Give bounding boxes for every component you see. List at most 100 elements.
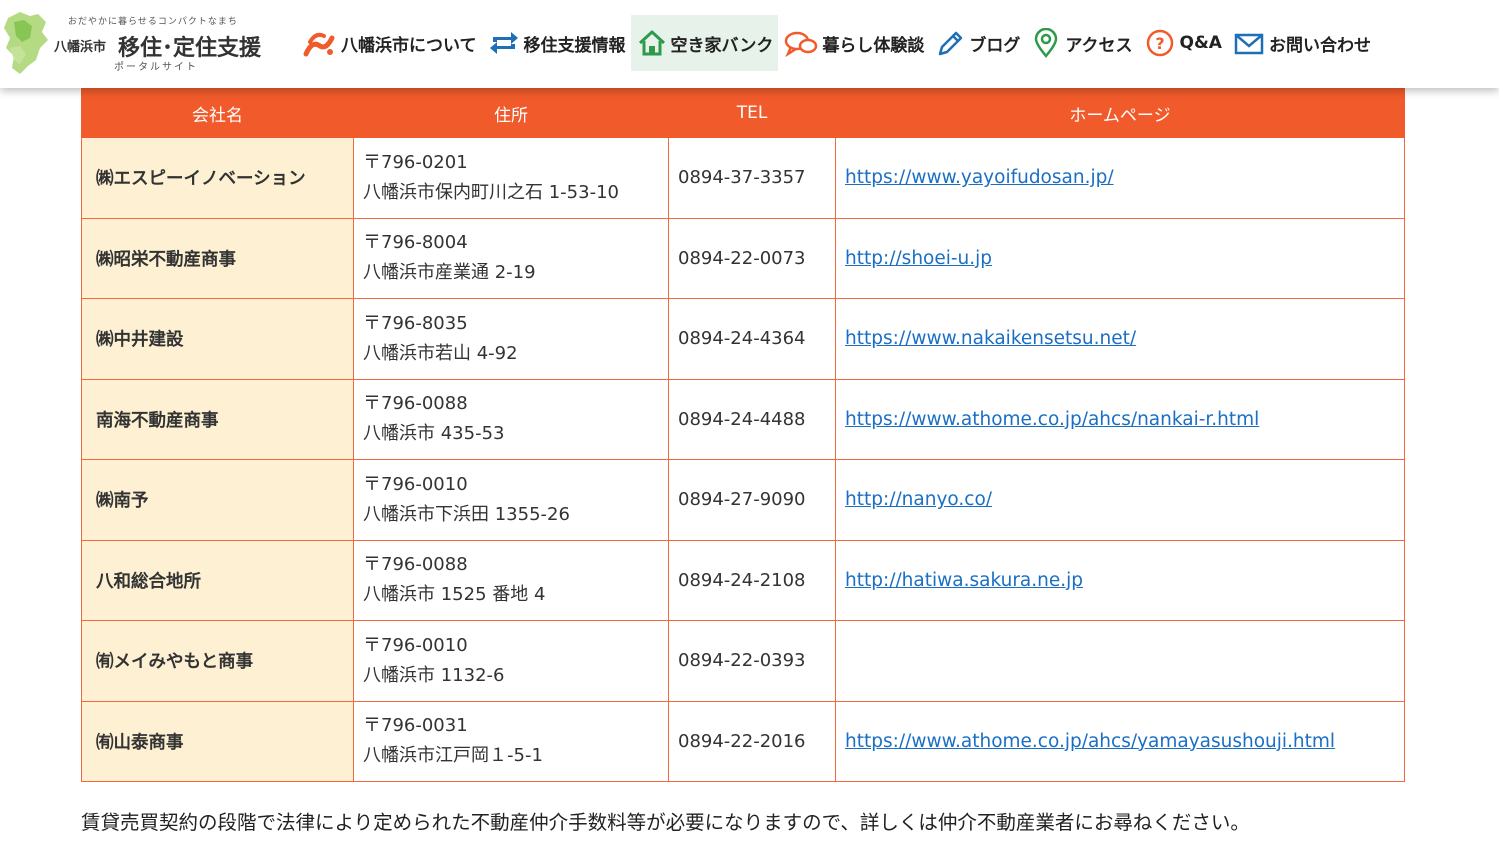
street-address: 八幡浜市保内町川之石 1-53-10	[363, 181, 619, 203]
table-body: ㈱エスピーイノベーション 〒796-0201 八幡浜市保内町川之石 1-53-10 0…	[81, 137, 1405, 782]
table-row: ㈱昭栄不動産商事 〒796-8004 八幡浜市産業通 2-19 0894-22-007…	[81, 217, 1405, 299]
tel-number: 0894-22-0393	[668, 620, 836, 702]
postal-code: 〒796-8035	[363, 312, 468, 334]
postal-code: 〒796-0088	[363, 393, 468, 415]
address-cell: 〒796-0010 八幡浜市 1132-6	[353, 620, 669, 702]
shikoku-map-icon	[4, 12, 48, 74]
header-tel: TEL	[668, 88, 836, 138]
address-cell: 〒796-8004 八幡浜市産業通 2-19	[353, 217, 669, 299]
homepage-cell: https://www.athome.co.jp/ahcs/yamayasush…	[835, 700, 1405, 782]
street-address: 八幡浜市下浜田 1355-26	[363, 503, 570, 525]
address-cell: 〒796-0031 八幡浜市江戸岡１-5-1	[353, 700, 669, 782]
speech-bubbles-icon	[785, 31, 818, 58]
street-address: 八幡浜市若山 4-92	[363, 342, 518, 364]
company-name: ㈱エスピーイノベーション	[81, 137, 354, 219]
postal-code: 〒796-0088	[363, 554, 468, 576]
homepage-cell: http://nanyo.co/	[835, 459, 1405, 541]
nav-item-blog[interactable]: ブログ	[929, 15, 1025, 71]
homepage-cell: https://www.athome.co.jp/ahcs/nankai-r.h…	[835, 378, 1405, 460]
tel-number: 0894-24-4364	[668, 298, 836, 380]
svg-text:?: ?	[1155, 34, 1164, 53]
question-icon: ?	[1146, 29, 1173, 57]
nav-item-experiences[interactable]: 暮らし体験談	[778, 15, 929, 71]
homepage-link[interactable]: http://hatiwa.sakura.ne.jp	[845, 570, 1083, 591]
table-row: 八和総合地所 〒796-0088 八幡浜市 1525 番地 4 0894-24-210…	[81, 539, 1405, 621]
company-name: ㈱昭栄不動産商事	[81, 217, 354, 299]
postal-code: 〒796-0201	[363, 151, 468, 173]
company-name: 南海不動産商事	[81, 378, 354, 460]
table-header-row: 会社名 住所 TEL ホームページ	[81, 88, 1405, 138]
company-name: 八和総合地所	[81, 539, 354, 621]
homepage-link[interactable]: https://www.athome.co.jp/ahcs/nankai-r.h…	[845, 409, 1259, 430]
homepage-link[interactable]: https://www.yayoifudosan.jp/	[845, 167, 1114, 188]
pencil-icon	[939, 31, 963, 56]
postal-code: 〒796-0031	[363, 715, 468, 737]
homepage-link[interactable]: https://www.nakaikensetsu.net/	[845, 328, 1136, 349]
address-cell: 〒796-0201 八幡浜市保内町川之石 1-53-10	[353, 137, 669, 219]
header-homepage: ホームページ	[835, 88, 1405, 138]
tel-number: 0894-22-2016	[668, 700, 836, 782]
address-cell: 〒796-0088 八幡浜市 1525 番地 4	[353, 539, 669, 621]
tel-number: 0894-22-0073	[668, 217, 836, 299]
logo-city: 八幡浜市	[54, 40, 107, 55]
tel-number: 0894-24-2108	[668, 539, 836, 621]
tel-number: 0894-27-9090	[668, 459, 836, 541]
nav-label: 空き家バンク	[670, 35, 774, 56]
nav-item-access[interactable]: アクセス	[1025, 15, 1137, 71]
company-name: ㈲メイみやもと商事	[81, 620, 354, 702]
homepage-link[interactable]: http://shoei-u.jp	[845, 248, 992, 269]
nav-label: Q&A	[1179, 33, 1222, 53]
fee-notice: 賃貸売買契約の段階で法律により定められた不動産仲介手数料等が必要になりますので、…	[81, 811, 1250, 834]
nav-label: アクセス	[1065, 35, 1133, 56]
address-cell: 〒796-0010 八幡浜市下浜田 1355-26	[353, 459, 669, 541]
company-name: ㈲山泰商事	[81, 700, 354, 782]
homepage-cell: https://www.nakaikensetsu.net/	[835, 298, 1405, 380]
table-row: ㈱エスピーイノベーション 〒796-0201 八幡浜市保内町川之石 1-53-10 0…	[81, 137, 1405, 219]
header-address: 住所	[353, 88, 669, 138]
map-pin-icon	[1035, 28, 1058, 58]
nav-label: 八幡浜市について	[341, 35, 477, 56]
real-estate-table: 会社名 住所 TEL ホームページ ㈱エスピーイノベーション 〒796-0201 八…	[81, 88, 1405, 782]
nav-item-support[interactable]: 移住支援情報	[482, 15, 631, 71]
arrows-cycle-icon	[489, 32, 518, 54]
nav-item-vacant-house-bank[interactable]: 空き家バンク	[630, 15, 779, 71]
site-header: おだやかに暮らせるコンパクトなまち 八幡浜市 移住･定住支援 ポータルサイト 八…	[0, 0, 1499, 88]
homepage-cell: http://shoei-u.jp	[835, 217, 1405, 299]
logo-subtitle: ポータルサイト	[114, 62, 198, 73]
homepage-cell: https://www.yayoifudosan.jp/	[835, 137, 1405, 219]
street-address: 八幡浜市 1525 番地 4	[363, 584, 546, 606]
table-row: ㈱南予 〒796-0010 八幡浜市下浜田 1355-26 0894-27-9090 h…	[81, 459, 1405, 541]
postal-code: 〒796-8004	[363, 232, 468, 254]
logo-tagline: おだやかに暮らせるコンパクトなまち	[68, 17, 238, 27]
street-address: 八幡浜市産業通 2-19	[363, 262, 536, 284]
city-logo-icon	[303, 32, 335, 57]
street-address: 八幡浜市 435-53	[363, 423, 505, 445]
nav-item-qa[interactable]: ? Q&A	[1138, 15, 1227, 71]
nav-item-about[interactable]: 八幡浜市について	[297, 15, 482, 71]
header-company: 会社名	[81, 88, 354, 138]
homepage-cell: http://hatiwa.sakura.ne.jp	[835, 539, 1405, 621]
homepage-cell	[835, 620, 1405, 702]
homepage-link[interactable]: http://nanyo.co/	[845, 489, 992, 510]
nav-label: 暮らし体験談	[822, 35, 925, 56]
nav-item-contact[interactable]: お問い合わせ	[1227, 15, 1376, 71]
house-icon	[638, 30, 665, 56]
postal-code: 〒796-0010	[363, 634, 468, 656]
real-estate-table-container: 会社名 住所 TEL ホームページ ㈱エスピーイノベーション 〒796-0201 八…	[81, 88, 1405, 782]
main-nav: 八幡浜市について 移住支援情報 空き家バンク 暮らし体験談 ブログ アクセス ?…	[297, 15, 1376, 71]
street-address: 八幡浜市 1132-6	[363, 664, 505, 686]
nav-label: お問い合わせ	[1268, 35, 1371, 56]
street-address: 八幡浜市江戸岡１-5-1	[363, 745, 543, 767]
company-name: ㈱南予	[81, 459, 354, 541]
table-row: 南海不動産商事 〒796-0088 八幡浜市 435-53 0894-24-4488 h…	[81, 378, 1405, 460]
nav-label: 移住支援情報	[523, 35, 626, 56]
nav-label: ブログ	[969, 35, 1021, 56]
site-logo[interactable]: おだやかに暮らせるコンパクトなまち 八幡浜市 移住･定住支援 ポータルサイト	[0, 6, 285, 78]
table-row: ㈱中井建設 〒796-8035 八幡浜市若山 4-92 0894-24-4364 htt…	[81, 298, 1405, 380]
tel-number: 0894-37-3357	[668, 137, 836, 219]
postal-code: 〒796-0010	[363, 473, 468, 495]
homepage-link[interactable]: https://www.athome.co.jp/ahcs/yamayasush…	[845, 731, 1335, 752]
company-name: ㈱中井建設	[81, 298, 354, 380]
tel-number: 0894-24-4488	[668, 378, 836, 460]
mail-icon	[1234, 33, 1264, 55]
